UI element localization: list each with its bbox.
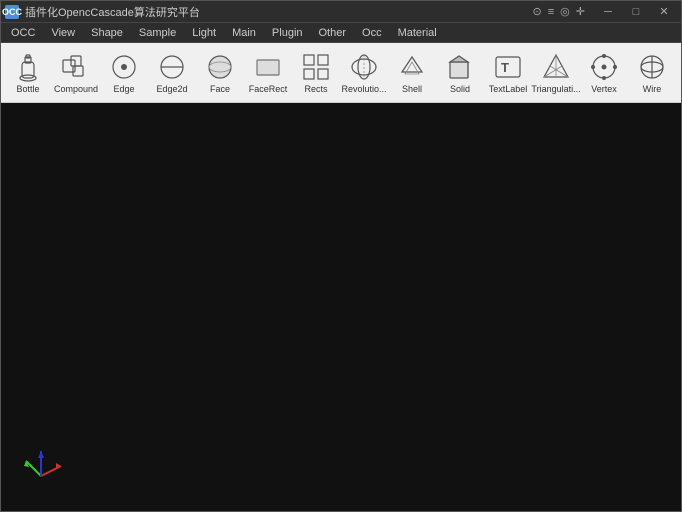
maximize-button[interactable]: □ [623,3,649,21]
viewport[interactable] [1,103,681,511]
icon-target: ◎ [560,5,570,18]
edge-label: Edge [113,85,134,95]
triangulation-label: Triangulati... [531,85,580,95]
tool-solid[interactable]: Solid [437,46,483,100]
toolbar: Bottle Compound Edge Ed [1,43,681,103]
face-label: Face [210,85,230,95]
compound-label: Compound [54,85,98,95]
wire-label: Wire [643,85,662,95]
edge2d-label: Edge2d [156,85,187,95]
vertex-label: Vertex [591,85,617,95]
menu-material[interactable]: Material [390,23,445,43]
tool-vertex[interactable]: Vertex [581,46,627,100]
textlabel-icon: T [492,51,524,83]
bottle-icon [12,51,44,83]
tool-bottle[interactable]: Bottle [5,46,51,100]
close-button[interactable]: ✕ [651,3,677,21]
menu-shape[interactable]: Shape [83,23,131,43]
revolution-label: Revolutio... [341,85,386,95]
app-title: 插件化OpencCascade算法研究平台 [25,4,200,20]
tool-textlabel[interactable]: T TextLabel [485,46,531,100]
tool-edge2d[interactable]: Edge2d [149,46,195,100]
title-bar-left: OCC 插件化OpencCascade算法研究平台 [5,4,200,20]
bottle-label: Bottle [16,85,39,95]
face-icon [204,51,236,83]
edge-icon [108,51,140,83]
menu-view[interactable]: View [43,23,83,43]
shell-label: Shell [402,85,422,95]
menu-other[interactable]: Other [311,23,355,43]
edge2d-icon [156,51,188,83]
icon-list: ≡ [548,6,554,18]
axis-widget [16,441,66,491]
tool-wire[interactable]: Wire [629,46,675,100]
menu-sample[interactable]: Sample [131,23,184,43]
solid-icon [444,51,476,83]
triangulation-icon [540,51,572,83]
menu-occ2[interactable]: Occ [354,23,390,43]
solid-label: Solid [450,85,470,95]
title-bar-controls: ⊙ ≡ ◎ ✛ ─ □ ✕ [533,3,677,21]
tool-compound[interactable]: Compound [53,46,99,100]
svg-text:T: T [501,60,509,75]
app-icon: OCC [5,5,19,19]
tool-triangulation[interactable]: Triangulati... [533,46,579,100]
facerect-icon [252,51,284,83]
tool-shell[interactable]: Shell [389,46,435,100]
wire-icon [636,51,668,83]
tool-revolution[interactable]: Revolutio... [341,46,387,100]
tool-facerect[interactable]: FaceRect [245,46,291,100]
rects-label: Rects [304,85,327,95]
facerect-label: FaceRect [249,85,288,95]
menu-main[interactable]: Main [224,23,264,43]
revolution-icon [348,51,380,83]
icon-eye: ⊙ [533,5,542,18]
tool-face[interactable]: Face [197,46,243,100]
menu-bar: OCC View Shape Sample Light Main Plugin … [1,23,681,43]
icon-plus: ✛ [576,5,585,18]
tool-edge[interactable]: Edge [101,46,147,100]
title-bar: OCC 插件化OpencCascade算法研究平台 ⊙ ≡ ◎ ✛ ─ □ ✕ [1,1,681,23]
minimize-button[interactable]: ─ [595,3,621,21]
vertex-icon [588,51,620,83]
menu-light[interactable]: Light [184,23,224,43]
menu-plugin[interactable]: Plugin [264,23,311,43]
textlabel-label: TextLabel [489,85,528,95]
menu-occ[interactable]: OCC [3,23,43,43]
shell-icon [396,51,428,83]
rects-icon [300,51,332,83]
compound-icon [60,51,92,83]
tool-rects[interactable]: Rects [293,46,339,100]
